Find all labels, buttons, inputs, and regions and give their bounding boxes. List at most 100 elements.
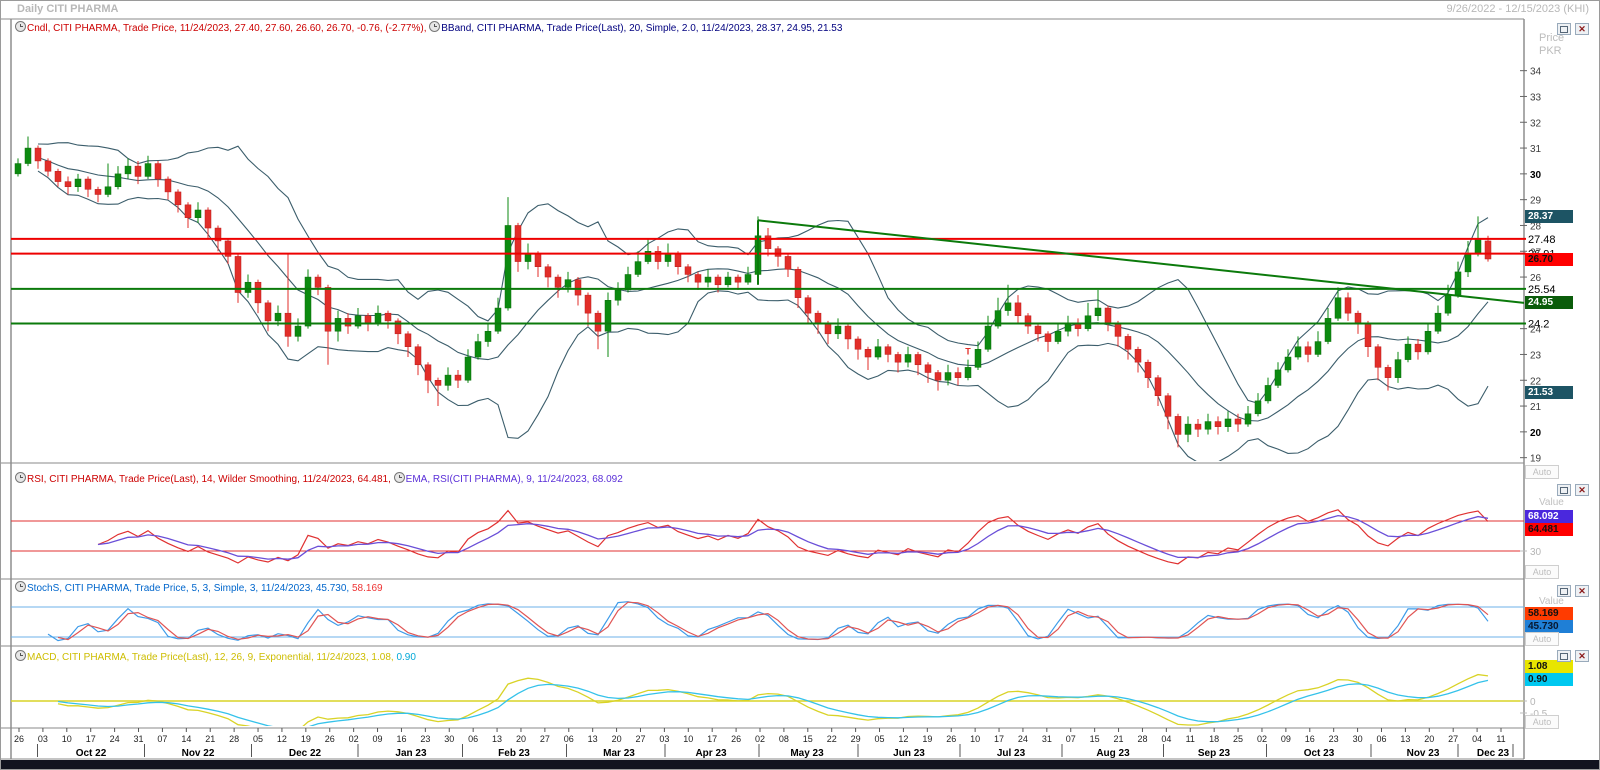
day-tick-label: 06 (564, 734, 574, 744)
candle-body (465, 357, 471, 380)
stoch-close-icon[interactable]: ✕ (1575, 585, 1589, 597)
candle-body (1225, 419, 1231, 427)
stoch-legend-text[interactable]: StochS, CITI PHARMA, Trade Price, 5, 3, … (27, 583, 349, 594)
day-tick-label: 04 (1472, 734, 1482, 744)
day-tick-label: 26 (731, 734, 741, 744)
day-tick-label: 10 (62, 734, 72, 744)
day-tick-label: 20 (612, 734, 622, 744)
candle-body (75, 179, 81, 187)
candle-body (945, 373, 951, 381)
candle-body (505, 225, 511, 308)
candle-body (1205, 422, 1211, 430)
candle-body (955, 373, 961, 378)
day-tick-label: 16 (396, 734, 406, 744)
candle-legend-text[interactable]: Cndl, CITI PHARMA, Trade Price, 11/24/20… (27, 23, 426, 34)
candle-body (1045, 334, 1051, 342)
day-tick-label: 29 (851, 734, 861, 744)
candle-body (1375, 347, 1381, 368)
candle-body (485, 331, 491, 341)
macd-close-icon[interactable]: ✕ (1575, 650, 1589, 662)
candle-body (555, 277, 561, 287)
candle-body (825, 324, 831, 334)
candle-body (1125, 336, 1131, 349)
price-tick-label: 23 (1530, 350, 1542, 361)
day-tick-label: 24 (1018, 734, 1028, 744)
candle-body (165, 179, 171, 192)
candle-body (495, 308, 501, 331)
candle-body (135, 166, 141, 176)
window-bottom-bar (1, 760, 1599, 769)
candle-body (785, 256, 791, 269)
candle-body (1185, 424, 1191, 434)
candle-body (375, 313, 381, 323)
candle-body (335, 318, 341, 331)
rsi-ema-badge: 68.092 (1525, 510, 1573, 523)
day-tick-label: 26 (14, 734, 24, 744)
candle-body (1315, 342, 1321, 355)
trendline (758, 220, 1524, 303)
candle-body (385, 313, 391, 321)
day-tick-label: 14 (181, 734, 191, 744)
macd-restore-icon[interactable] (1557, 650, 1571, 662)
rsi-auto-button[interactable]: Auto (1525, 565, 1559, 579)
month-label: Jan 23 (395, 748, 427, 759)
candle-body (1295, 347, 1301, 357)
stoch-restore-icon[interactable] (1557, 585, 1571, 597)
day-tick-label: 06 (468, 734, 478, 744)
day-tick-label: 24 (110, 734, 120, 744)
candle-body (245, 282, 251, 292)
day-tick-label: 05 (253, 734, 263, 744)
day-tick-label: 31 (1042, 734, 1052, 744)
stoch-auto-button[interactable]: Auto (1525, 632, 1559, 646)
x-axis: 2603101724310714212805121926020916233006… (14, 728, 1513, 759)
day-tick-label: 19 (301, 734, 311, 744)
day-tick-label: 18 (1209, 734, 1219, 744)
candle-body (845, 326, 851, 339)
candle-body (1065, 324, 1071, 332)
candle-body (1285, 357, 1291, 370)
main-restore-icon[interactable] (1557, 23, 1571, 35)
candle-body (1195, 424, 1201, 429)
main-auto-button[interactable]: Auto (1525, 465, 1559, 479)
candle-body (1345, 298, 1351, 313)
main-close-icon[interactable]: ✕ (1575, 23, 1589, 35)
macd-auto-button[interactable]: Auto (1525, 715, 1559, 729)
candle-body (545, 267, 551, 277)
day-tick-label: 12 (277, 734, 287, 744)
macd-legend-text[interactable]: MACD, CITI PHARMA, Trade Price(Last), 12… (27, 652, 394, 663)
candle-body (195, 210, 201, 218)
day-tick-label: 17 (86, 734, 96, 744)
candle-body (605, 300, 611, 331)
candle-body (985, 326, 991, 349)
stoch-d-badge: 58.169 (1525, 607, 1573, 620)
day-tick-label: 30 (444, 734, 454, 744)
price-tick-label: 32 (1530, 118, 1542, 129)
price-tick-label: 28 (1530, 221, 1542, 232)
month-label: Nov 22 (182, 748, 215, 759)
rsi-legend-text[interactable]: RSI, CITI PHARMA, Trade Price(Last), 14,… (27, 474, 391, 485)
rsi-close-icon[interactable]: ✕ (1575, 484, 1589, 496)
candle-body (185, 205, 191, 218)
rsi-ema-legend-text[interactable]: EMA, RSI(CITI PHARMA), 9, 11/24/2023, 68… (406, 474, 623, 485)
month-label: Sep 23 (1198, 748, 1231, 759)
day-tick-label: 23 (420, 734, 430, 744)
candle-body (965, 367, 971, 377)
bb-lower-badge: 21.53 (1525, 386, 1573, 399)
bb-upper-badge: 28.37 (1525, 210, 1573, 223)
candle-body (815, 313, 821, 323)
candle-body (1445, 295, 1451, 313)
month-label: Apr 23 (695, 748, 727, 759)
candle-body (435, 380, 441, 385)
day-tick-label: 21 (205, 734, 215, 744)
rsi-restore-icon[interactable] (1557, 484, 1571, 496)
clock-icon (394, 472, 405, 483)
day-tick-label: 09 (373, 734, 383, 744)
candle-body (1435, 313, 1441, 331)
candle-body (1115, 324, 1121, 337)
candle-body (745, 274, 751, 282)
bband-legend-text[interactable]: BBand, CITI PHARMA, Trade Price(Last), 2… (441, 23, 842, 34)
clock-icon (15, 650, 26, 661)
macd-tick-label: 0 (1530, 697, 1536, 708)
candle-body (1085, 316, 1091, 329)
candle-body (1155, 378, 1161, 396)
